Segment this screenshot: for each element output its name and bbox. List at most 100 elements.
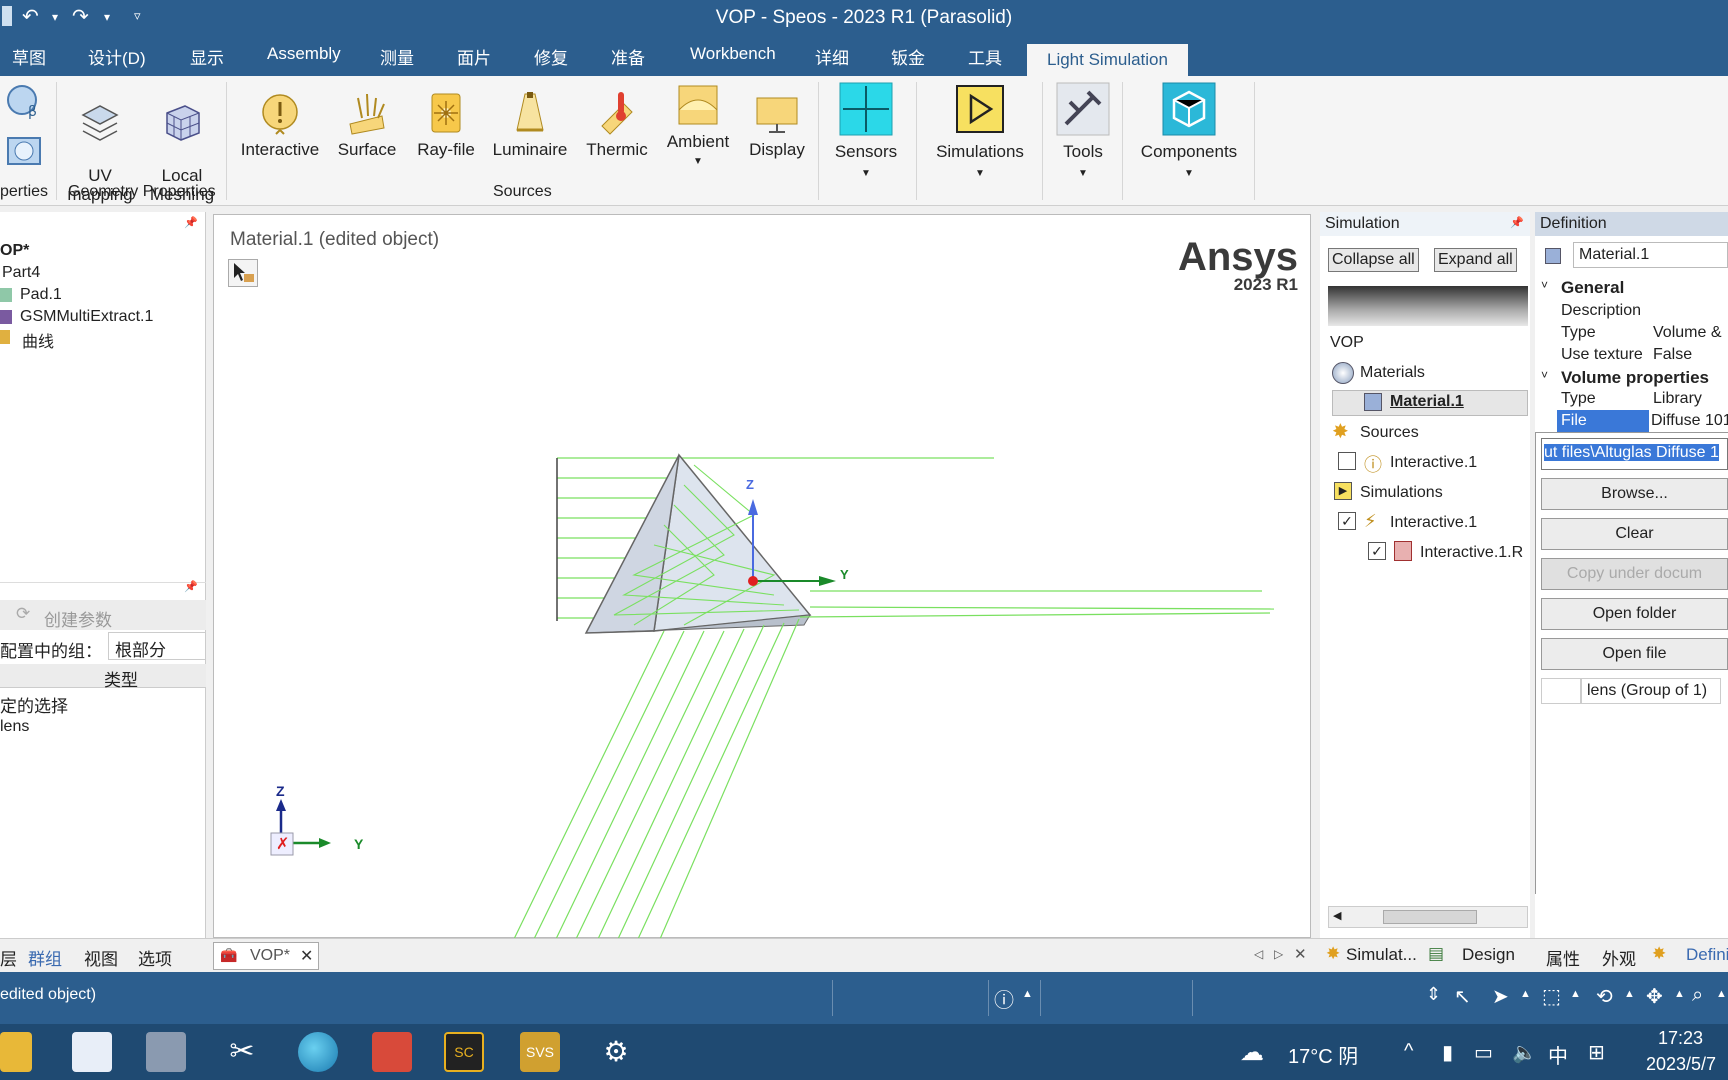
tab-facets[interactable]: 面片	[457, 44, 491, 69]
close-document-icon[interactable]: ✕	[300, 946, 313, 966]
rotate-dropdown-icon[interactable]: ▲	[1624, 988, 1635, 1000]
show-hidden-icons[interactable]: ^	[1404, 1040, 1413, 1063]
sim-tree-sim-result[interactable]: Interactive.1.R	[1420, 544, 1523, 562]
tools-button[interactable]: Tools ▼	[1052, 80, 1114, 179]
tab-appearance[interactable]: 外观	[1602, 945, 1636, 970]
calculator-icon[interactable]	[146, 1032, 186, 1072]
tab-options[interactable]: 选项	[138, 945, 172, 970]
geometry-value[interactable]: lens (Group of 1)	[1581, 678, 1721, 704]
prev-tab-icon[interactable]: ◁	[1254, 947, 1263, 961]
tab-sheetmetal[interactable]: 钣金	[891, 44, 925, 69]
pin-icon[interactable]: 📌	[1510, 216, 1524, 229]
weather-text[interactable]: 17°C 阴	[1288, 1040, 1358, 1069]
definition-name-field[interactable]: Material.1	[1573, 242, 1728, 268]
ambient-source-button[interactable]: Ambient ▼	[664, 82, 732, 167]
box-select-icon[interactable]: ⬚	[1542, 984, 1561, 1009]
file-path-input[interactable]: ut files\Altuglas Diffuse 1	[1541, 438, 1728, 470]
info-icon[interactable]: ⓘ	[994, 984, 1014, 1013]
horizontal-scrollbar[interactable]: ◀	[1328, 906, 1528, 928]
volume-icon[interactable]: 🔈	[1512, 1040, 1537, 1065]
tab-tools[interactable]: 工具	[968, 44, 1002, 69]
tab-prepare[interactable]: 准备	[611, 44, 645, 69]
type-value[interactable]: Volume &	[1653, 324, 1721, 342]
pin-icon[interactable]: 📌	[184, 216, 198, 229]
sim-tree-material1[interactable]: Material.1	[1390, 393, 1464, 411]
props-row[interactable]: lens	[0, 718, 29, 736]
tab-workbench[interactable]: Workbench	[690, 44, 776, 64]
sim-tree-root[interactable]: VOP	[1330, 334, 1364, 352]
app-red-icon[interactable]	[372, 1032, 412, 1072]
3d-viewport[interactable]: Material.1 (edited object) Ansys 2023 R1	[213, 214, 1311, 939]
ray-file-source-button[interactable]: Ray-file	[412, 90, 480, 160]
collapse-volume-icon[interactable]: ˅	[1541, 368, 1548, 382]
create-param-button[interactable]: 创建参数	[44, 606, 112, 631]
sensors-dropdown-icon[interactable]: ▼	[828, 168, 904, 179]
tab-design[interactable]: 设计(D)	[88, 44, 146, 69]
tab-layers[interactable]: 层	[0, 945, 17, 970]
zoom-dropdown-icon[interactable]: ▲	[1716, 988, 1727, 1000]
components-dropdown-icon[interactable]: ▼	[1136, 168, 1242, 179]
luminaire-source-button[interactable]: Luminaire	[490, 90, 570, 160]
tab-views[interactable]: 视图	[84, 945, 118, 970]
sim-tree-source-interactive[interactable]: Interactive.1	[1390, 454, 1477, 472]
use-texture-value[interactable]: False	[1653, 346, 1692, 364]
keyboard-icon[interactable]: ⊞	[1588, 1040, 1605, 1065]
store-icon[interactable]	[72, 1032, 112, 1072]
clock-date[interactable]: 2023/5/7	[1646, 1054, 1716, 1075]
pan-icon[interactable]: ✥	[1646, 984, 1663, 1009]
thermic-source-button[interactable]: Thermic	[582, 90, 652, 160]
scroll-left-icon[interactable]: ◀	[1333, 909, 1341, 922]
app-gear-icon[interactable]: ⚙	[596, 1032, 636, 1072]
sensors-button[interactable]: Sensors ▼	[828, 80, 904, 179]
tree-item-part4[interactable]: Part4	[2, 264, 40, 282]
tab-detail[interactable]: 详细	[815, 44, 849, 69]
info-dropdown-icon[interactable]: ▲	[1022, 988, 1033, 1000]
tree-item-gsm[interactable]: GSMMultiExtract.1	[20, 308, 153, 326]
pan-dropdown-icon[interactable]: ▲	[1674, 988, 1685, 1000]
tab-measure[interactable]: 测量	[380, 44, 414, 69]
simulation-checkbox[interactable]: ✓	[1338, 512, 1356, 530]
material-properties-button[interactable]: β	[4, 82, 44, 126]
next-tab-icon[interactable]: ▷	[1274, 947, 1283, 961]
usb-icon[interactable]: ▮	[1442, 1040, 1453, 1065]
surface-source-button[interactable]: Surface	[332, 90, 402, 160]
edge-dev-icon[interactable]	[298, 1032, 338, 1072]
pointer-icon[interactable]: ➤	[1492, 984, 1509, 1009]
expand-all-button[interactable]: Expand all	[1434, 248, 1517, 272]
select-cursor-icon[interactable]: ↖	[1454, 984, 1471, 1009]
tree-root[interactable]: OP*	[0, 242, 29, 260]
weather-icon[interactable]: ☁	[1240, 1038, 1264, 1067]
pin-icon[interactable]: 📌	[184, 580, 198, 593]
source-checkbox[interactable]	[1338, 452, 1356, 470]
tab-assembly[interactable]: Assembly	[267, 44, 341, 64]
tab-sketch[interactable]: 草图	[12, 44, 46, 69]
document-tab[interactable]: 🧰 VOP* ✕	[213, 942, 319, 970]
open-folder-button[interactable]: Open folder	[1541, 598, 1728, 630]
tools-dropdown-icon[interactable]: ▼	[1052, 168, 1114, 179]
sim-tree-sources[interactable]: Sources	[1360, 424, 1419, 442]
tab-repair[interactable]: 修复	[534, 44, 568, 69]
volume-type-value[interactable]: Library	[1653, 390, 1702, 408]
tab-definition[interactable]: Defini	[1686, 945, 1728, 965]
tab-light-simulation[interactable]: Light Simulation	[1027, 44, 1188, 76]
close-tabs-icon[interactable]: ✕	[1294, 945, 1307, 963]
material-sphere-button[interactable]	[4, 132, 44, 172]
open-file-button[interactable]: Open file	[1541, 638, 1728, 670]
group-select[interactable]: 根部分	[108, 632, 206, 660]
zoom-icon[interactable]: ⌕	[1692, 984, 1703, 1007]
clock-time[interactable]: 17:23	[1658, 1028, 1703, 1049]
collapse-all-button[interactable]: Collapse all	[1328, 248, 1419, 272]
collapse-general-icon[interactable]: ˅	[1541, 278, 1548, 292]
sim-tree-simulations[interactable]: Simulations	[1360, 484, 1443, 502]
file-value[interactable]: Diffuse 101	[1651, 412, 1728, 430]
simulations-dropdown-icon[interactable]: ▼	[930, 168, 1030, 179]
tab-groups[interactable]: 群组	[28, 945, 62, 970]
result-checkbox[interactable]: ✓	[1368, 542, 1386, 560]
spin-icon[interactable]: ⇕	[1426, 984, 1441, 1005]
clear-button[interactable]: Clear	[1541, 518, 1728, 550]
file-explorer-icon[interactable]	[0, 1032, 32, 1072]
props-row[interactable]: 定的选择	[0, 692, 68, 717]
tree-item-pad1[interactable]: Pad.1	[20, 286, 62, 304]
browse-button[interactable]: Browse...	[1541, 478, 1728, 510]
tab-properties[interactable]: 属性	[1546, 945, 1580, 970]
